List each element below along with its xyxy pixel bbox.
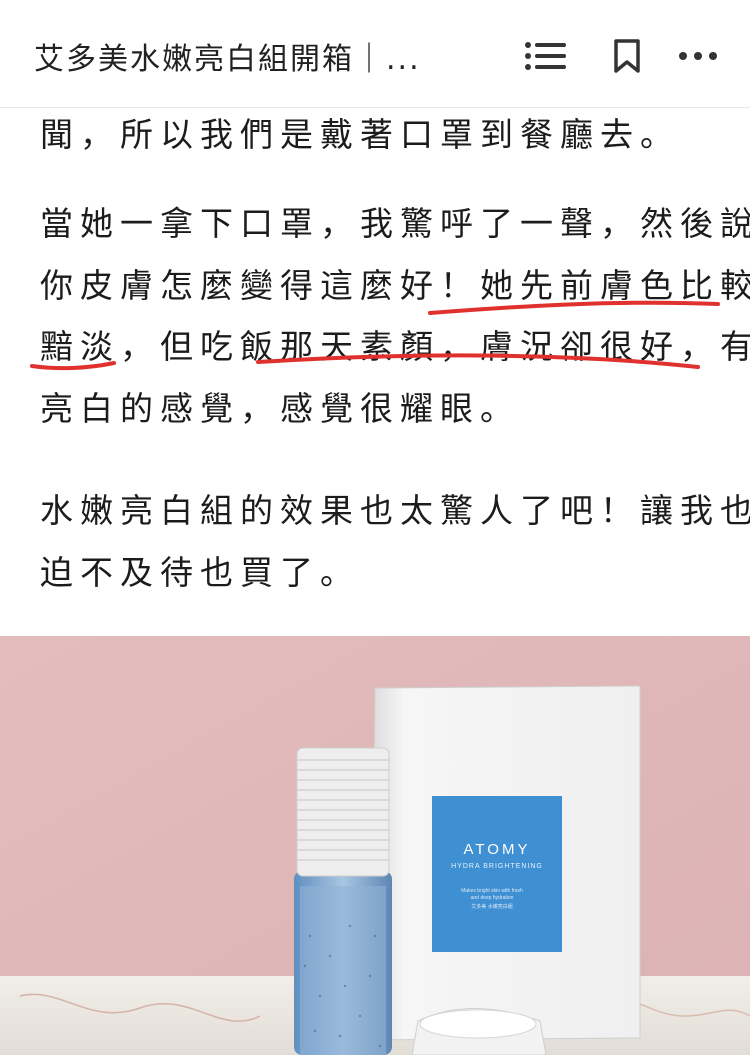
text-line: 當她一拿下口罩，我驚呼了一聲，然後說	[40, 204, 750, 243]
toner-bottle	[294, 747, 392, 1055]
box-fine-print: Makes bright skin with fresh	[461, 888, 523, 894]
text-line: 你皮膚怎麼變得這麼好！她先前膚色比較	[40, 265, 750, 305]
more-icon[interactable]	[676, 34, 720, 78]
box-fine-print: 艾多美 水嫩亮白組	[471, 903, 513, 910]
article-body: 聞，所以我們是戴著口罩到餐廳去。 當她一拿下口罩，我驚呼了一聲，然後說 你皮膚怎…	[0, 108, 750, 638]
product-photo: ATOMY HYDRA BRIGHTENING Makes bright ski…	[0, 636, 750, 1055]
text-line: 水嫩亮白組的效果也太驚人了吧！讓我也	[40, 491, 750, 530]
text-line: 黯淡，但吃飯那天素顏，膚況卻很好，有	[40, 327, 750, 366]
product-box: ATOMY HYDRA BRIGHTENING Makes bright ski…	[371, 685, 641, 1041]
text-line: 迫不及待也買了。	[40, 552, 360, 592]
app-header: 艾多美水嫩亮白組開箱｜...	[0, 0, 750, 108]
box-line-text: HYDRA BRIGHTENING	[451, 863, 543, 870]
text-line: 聞，所以我們是戴著口罩到餐廳去。	[40, 115, 680, 154]
list-icon[interactable]	[524, 34, 568, 78]
paragraph: 當她一拿下口罩，我驚呼了一聲，然後說 你皮膚怎麼變得這麼好！她先前膚色比較 黯淡…	[40, 193, 750, 439]
paragraph: 聞，所以我們是戴著口罩到餐廳去。	[40, 108, 720, 166]
box-brand-text: ATOMY	[464, 841, 531, 858]
text-line: 亮白的感覺，感覺很耀眼。	[40, 388, 520, 428]
paragraph: 水嫩亮白組的效果也太驚人了吧！讓我也 迫不及待也買了。	[40, 480, 750, 603]
box-fine-print: and deep hydration	[471, 895, 514, 901]
article-title[interactable]: 艾多美水嫩亮白組開箱｜...	[34, 34, 454, 78]
bookmark-icon[interactable]	[605, 34, 649, 78]
